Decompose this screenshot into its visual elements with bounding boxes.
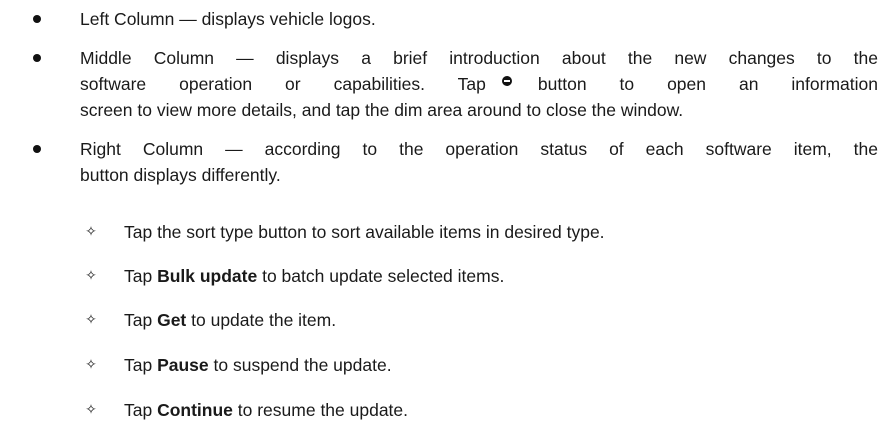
line2-before: software operation or capabilities. Tap xyxy=(80,74,486,94)
bullet-middle-column-line2: software operation or capabilities. Tap b… xyxy=(80,71,878,97)
sub-item-prefix: Tap xyxy=(124,310,158,330)
bullet-middle-column-line3: screen to view more details, and tap the… xyxy=(80,100,684,120)
bullet-dot xyxy=(33,15,41,23)
bullet-right-column-line2: button displays differently. xyxy=(80,165,281,185)
sub-item-prefix: Tap xyxy=(124,355,158,375)
sub-item-prefix: Tap xyxy=(124,266,158,286)
bullet-left-column: Left Column — displays vehicle logos. xyxy=(0,6,891,32)
sub-item-text: Tap the sort type button to sort availab… xyxy=(124,219,605,245)
sub-bullet-icon: ✧ xyxy=(85,224,97,240)
bullet-left-column-text: Left Column — displays vehicle logos. xyxy=(80,9,376,29)
bullet-dot xyxy=(33,145,41,153)
sub-bullet-icon: ✧ xyxy=(85,357,97,373)
sub-item-prefix: Tap xyxy=(124,400,158,420)
sub-bullet-icon: ✧ xyxy=(85,268,97,284)
sub-item-suffix: to batch update selected items. xyxy=(257,266,505,286)
bullet-text: Left Column — displays vehicle logos. xyxy=(80,6,878,32)
info-button-icon xyxy=(501,76,512,86)
bullet-right-column-line1: Right Column — according to the operatio… xyxy=(80,139,878,159)
sub-item-bulk-update: ✧ Tap Bulk update to batch update select… xyxy=(0,263,891,289)
sub-item-get: ✧ Tap Get to update the item. xyxy=(0,307,891,333)
sub-item-sort: ✧ Tap the sort type button to sort avail… xyxy=(0,219,891,245)
sub-item-suffix: to suspend the update. xyxy=(208,355,392,375)
sub-item-bold: Continue xyxy=(157,400,233,420)
sub-item-text: Tap Bulk update to batch update selected… xyxy=(124,263,504,289)
sub-item-bold: Pause xyxy=(157,355,209,375)
bullet-middle-column: Middle Column — displays a brief introdu… xyxy=(0,45,891,123)
bullet-text: Middle Column — displays a brief introdu… xyxy=(80,45,878,123)
line2-after: button to open an information xyxy=(537,74,878,94)
bullet-right-column: Right Column — according to the operatio… xyxy=(0,136,891,188)
sub-item-bold: Get xyxy=(157,310,187,330)
sub-item-continue: ✧ Tap Continue to resume the update. xyxy=(0,397,891,423)
sub-item-pause: ✧ Tap Pause to suspend the update. xyxy=(0,352,891,378)
sub-item-text: Tap Continue to resume the update. xyxy=(124,397,408,423)
sub-bullet-icon: ✧ xyxy=(85,402,97,418)
bullet-dot xyxy=(33,54,41,62)
sub-item-suffix: to update the item. xyxy=(186,310,337,330)
sub-item-text: Tap Pause to suspend the update. xyxy=(124,352,392,378)
sub-item-prefix: Tap the sort type button to sort availab… xyxy=(124,222,605,242)
sub-item-text: Tap Get to update the item. xyxy=(124,307,336,333)
bullet-text: Right Column — according to the operatio… xyxy=(80,136,878,188)
sub-bullet-icon: ✧ xyxy=(85,312,97,328)
sub-item-bold: Bulk update xyxy=(157,266,258,286)
document-page: Left Column — displays vehicle logos. Mi… xyxy=(0,0,891,444)
sub-item-suffix: to resume the update. xyxy=(232,400,409,420)
bullet-middle-column-line1: Middle Column — displays a brief introdu… xyxy=(80,48,878,68)
